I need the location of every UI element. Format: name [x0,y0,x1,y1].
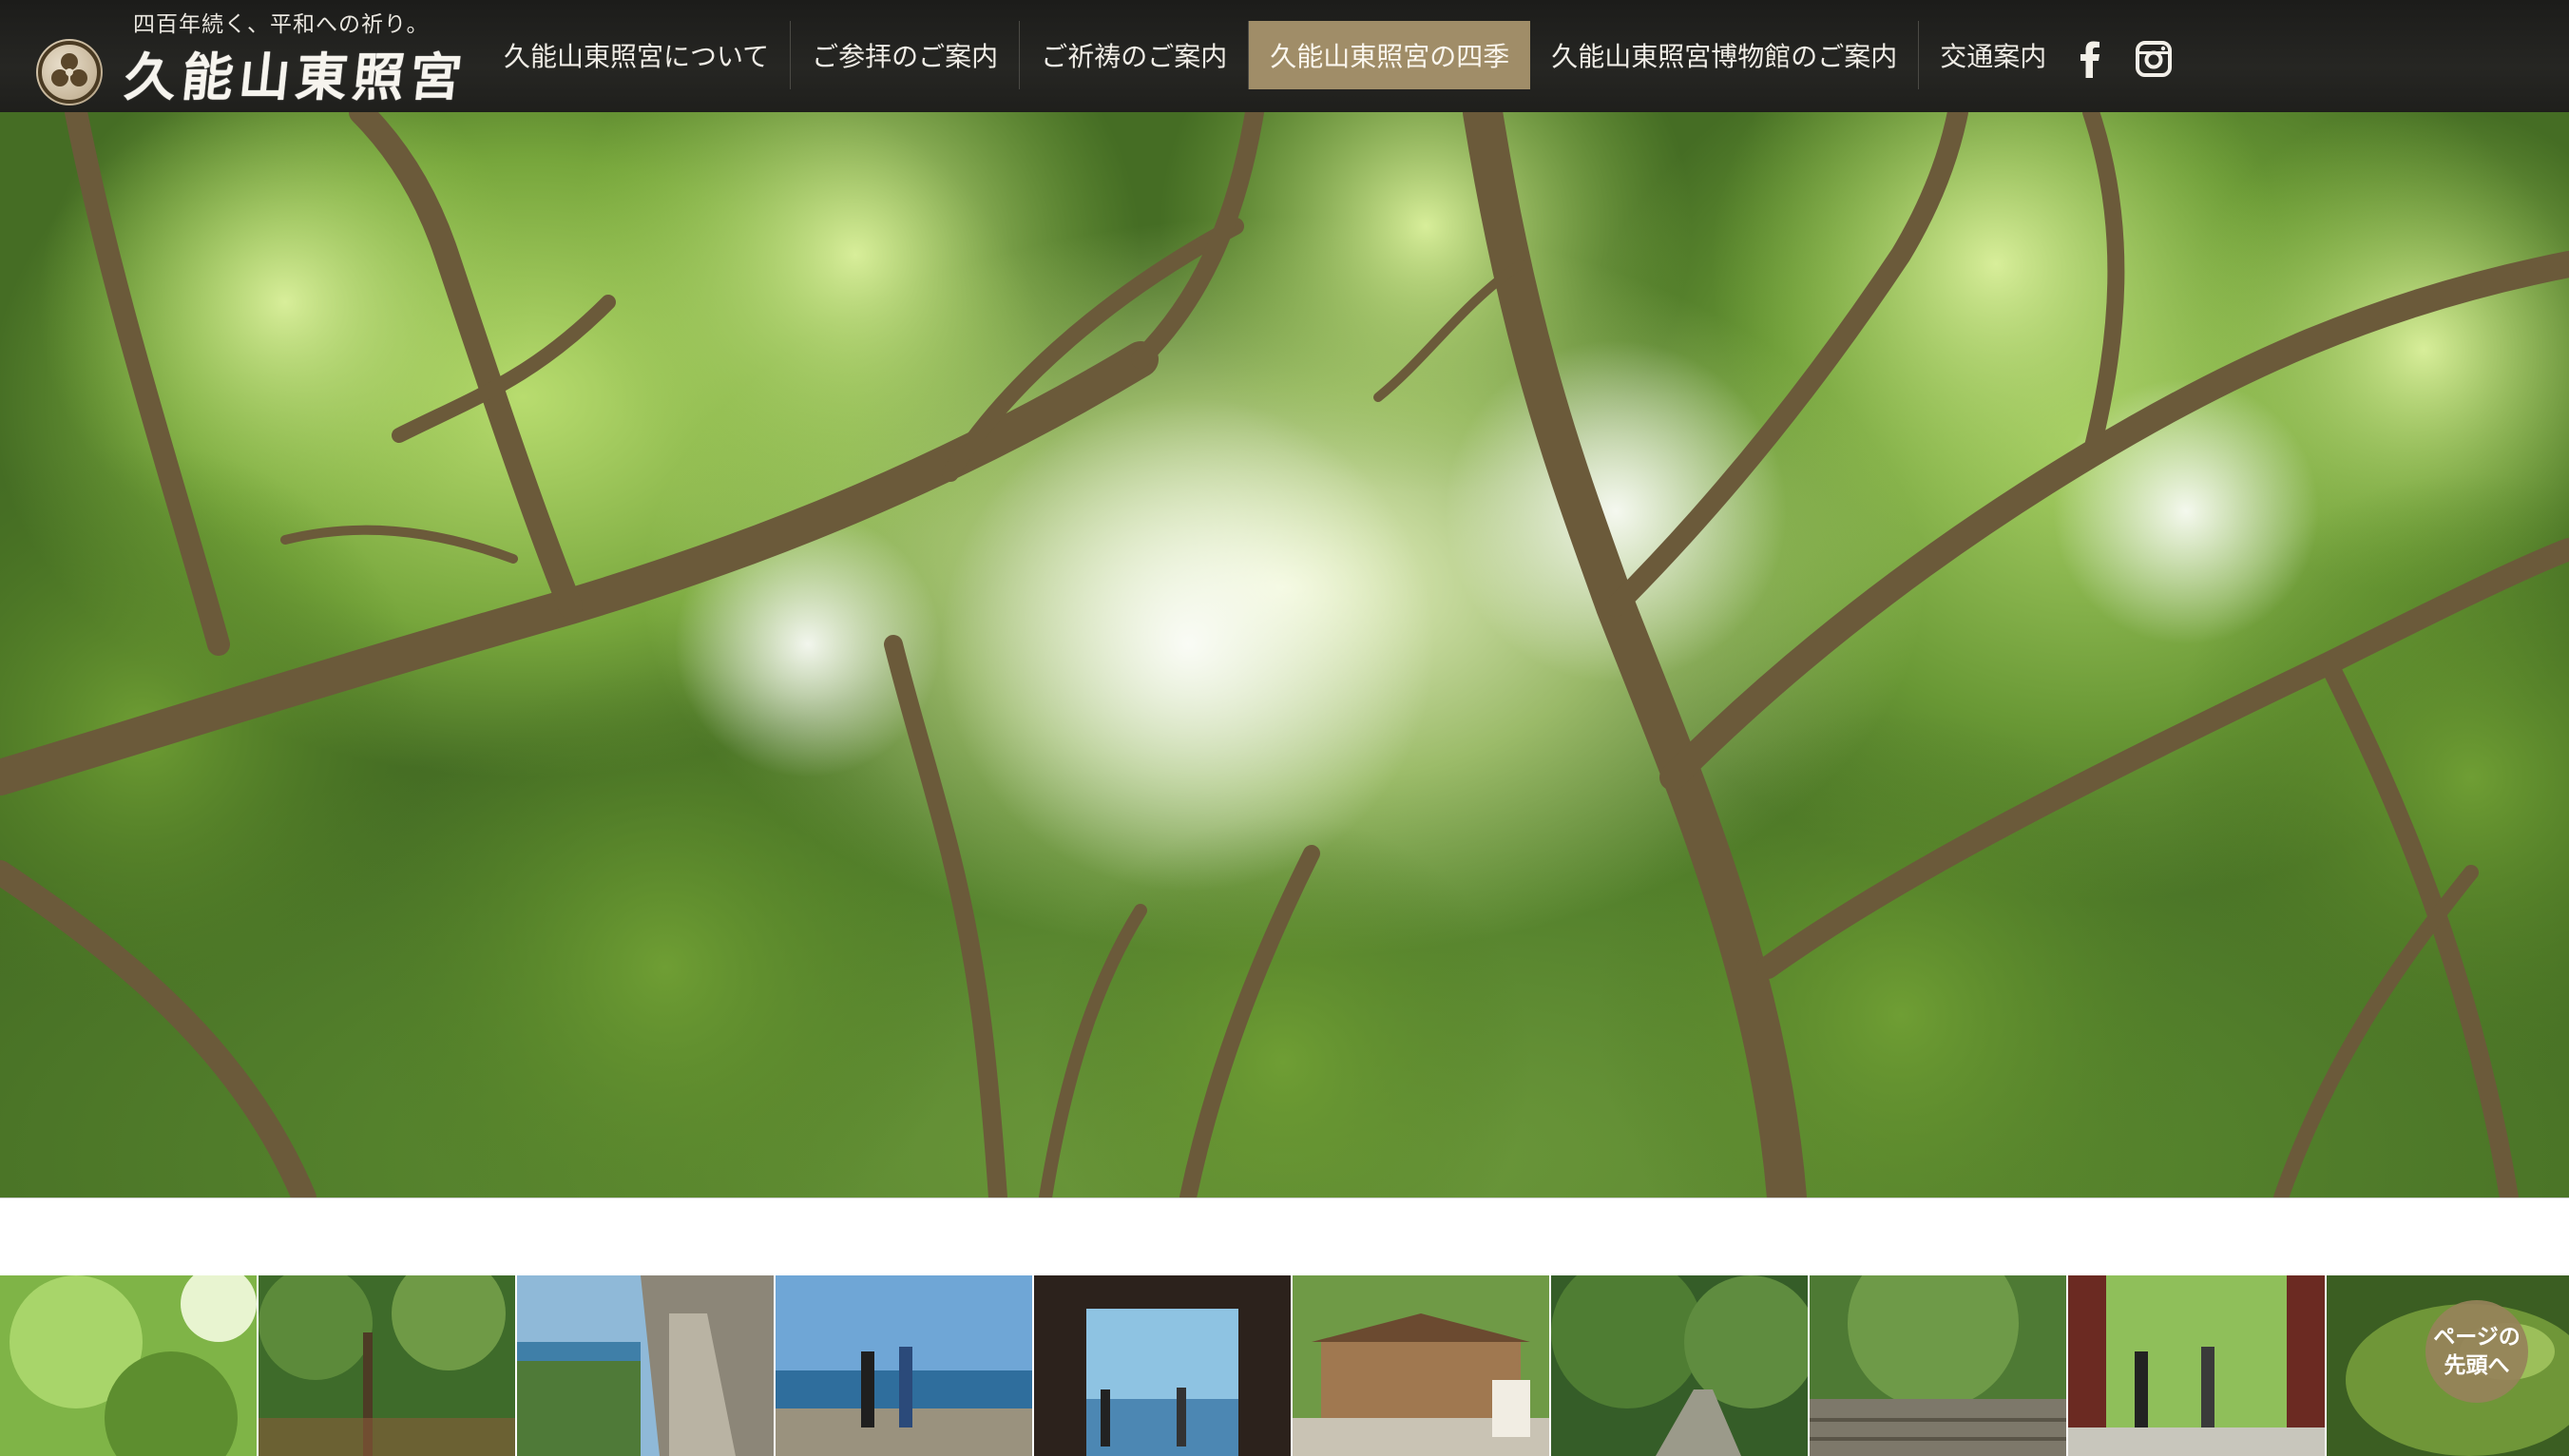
nav-item-about[interactable]: 久能山東照宮について [483,21,790,89]
thumbnail-8[interactable] [1810,1275,2066,1456]
thumbnail-5[interactable] [1034,1275,1291,1456]
main-nav: 久能山東照宮について ご参拝のご案内 ご祈祷のご案内 久能山東照宮の四季 久能山… [483,21,2067,89]
page-top-button[interactable]: ページの 先頭へ [2425,1300,2528,1403]
site-logo[interactable]: 久能山東照宮 [36,38,470,107]
site-header: 四百年続く、平和への祈り。 久能山東照宮 久能山東照宮について ご参拝のご案内 … [0,0,2569,112]
stone-steps-grove-photo [1810,1275,2066,1456]
shrine-stall-visitors-photo [1293,1275,1549,1456]
nav-item-four-seasons[interactable]: 久能山東照宮の四季 [1248,21,1531,89]
coastal-lookout-visitors-photo [776,1275,1032,1456]
gate-view-of-sea-photo [1034,1275,1291,1456]
facebook-icon[interactable] [2064,34,2114,84]
forest-path-photo [1551,1275,1808,1456]
logo-wordmark: 久能山東照宮 [122,46,470,107]
thumbnail-6[interactable] [1293,1275,1549,1456]
maple-canopy-illustration [0,112,2569,1197]
nav-item-prayer-guide[interactable]: ご祈祷のご案内 [1019,21,1248,89]
site-tagline: 四百年続く、平和への祈り。 [133,12,430,37]
thumbnail-4[interactable] [776,1275,1032,1456]
thumbnail-strip [0,1275,2569,1456]
hero-image [0,112,2569,1197]
thumbnail-7[interactable] [1551,1275,1808,1456]
green-maple-leaves-photo [0,1275,257,1456]
thumbnail-9[interactable] [2068,1275,2325,1456]
hollyhock-crest-icon [36,39,103,105]
red-gate-walkers-photo [2068,1275,2325,1456]
nav-item-access[interactable]: 交通案内 [1918,21,2067,89]
page-top-label: ページの 先頭へ [2433,1323,2521,1380]
stone-stairs-sea-photo [517,1275,774,1456]
content-band [0,1197,2569,1275]
forest-trees-photo [259,1275,515,1456]
thumbnail-3[interactable] [517,1275,774,1456]
thumbnail-2[interactable] [259,1275,515,1456]
instagram-icon[interactable] [2129,34,2178,84]
page-top-line2: 先頭へ [2444,1353,2510,1378]
nav-item-museum-guide[interactable]: 久能山東照宮博物館のご案内 [1530,21,1918,89]
page-top-line1: ページの [2433,1325,2521,1350]
nav-item-visit-guide[interactable]: ご参拝のご案内 [790,21,1019,89]
thumbnail-1[interactable] [0,1275,257,1456]
